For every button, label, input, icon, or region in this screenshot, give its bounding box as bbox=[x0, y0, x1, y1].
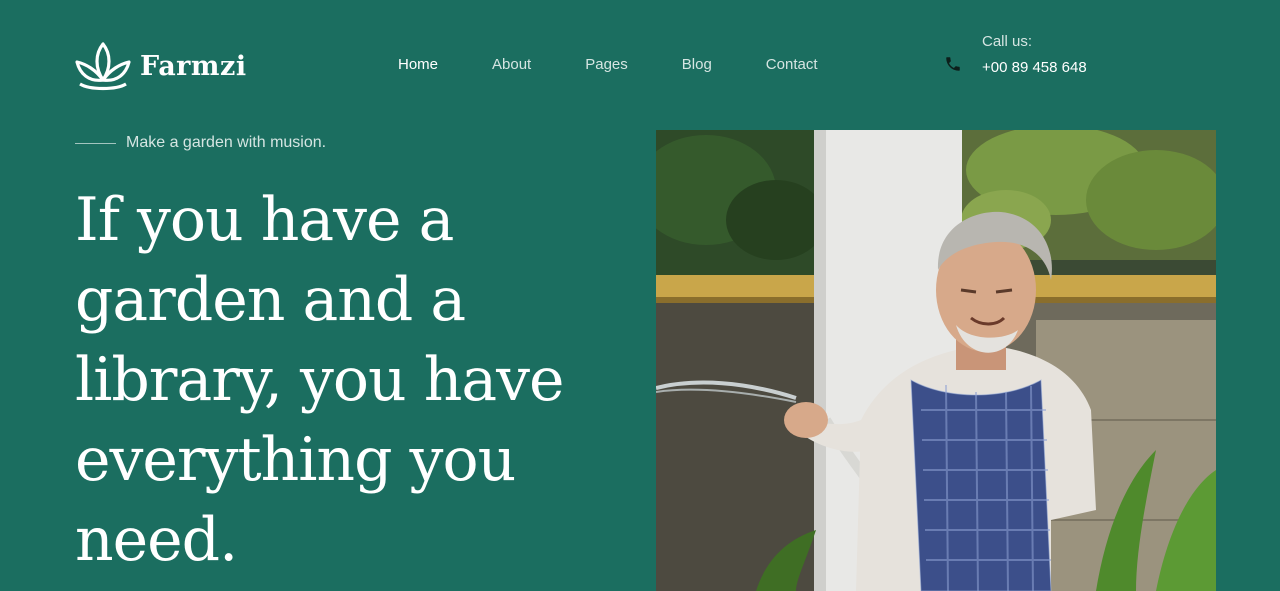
nav-item-home[interactable]: Home bbox=[398, 56, 438, 74]
phone-number-link[interactable]: +00 89 458 648 bbox=[982, 58, 1087, 78]
call-us: Call us: +00 89 458 648 bbox=[944, 32, 1087, 78]
nav-item-contact[interactable]: Contact bbox=[766, 56, 818, 74]
brand-name: Farmzi bbox=[140, 50, 247, 82]
brand-logo[interactable]: Farmzi bbox=[74, 40, 247, 92]
hero-headline: If you have a garden and a library, you … bbox=[75, 185, 565, 575]
nav-item-pages[interactable]: Pages bbox=[585, 56, 628, 74]
hero-tagline: Make a garden with musion. bbox=[75, 134, 326, 152]
page: Farmzi Home About Pages Blog Contact Cal… bbox=[0, 0, 1280, 591]
lotus-icon bbox=[74, 40, 132, 92]
phone-icon bbox=[944, 55, 962, 78]
tagline-text: Make a garden with musion. bbox=[126, 134, 327, 151]
hero-image bbox=[656, 130, 1216, 591]
main-nav: Home About Pages Blog Contact bbox=[398, 56, 818, 74]
nav-item-blog[interactable]: Blog bbox=[682, 56, 712, 74]
call-text: Call us: +00 89 458 648 bbox=[982, 32, 1087, 78]
tagline-divider bbox=[75, 142, 116, 144]
call-label: Call us: bbox=[982, 33, 1033, 50]
nav-item-about[interactable]: About bbox=[492, 56, 531, 74]
